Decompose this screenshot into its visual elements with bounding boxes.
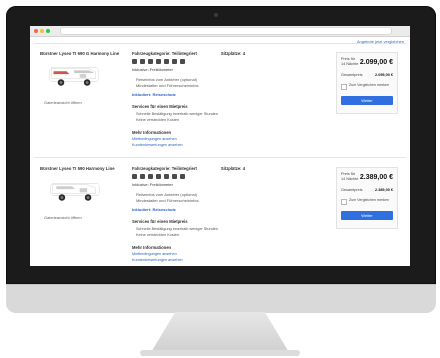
compare-checkbox-row[interactable]: Zum Vergleichen merken — [337, 77, 397, 90]
minimize-window-icon[interactable] — [40, 29, 44, 33]
service-item: Keine versteckten Kosten — [136, 233, 180, 237]
bike-icon — [180, 59, 185, 64]
vehicle-meta: Fahrzeugkategorie: Teilintegriert Sitzpl… — [132, 166, 302, 171]
reviews-link[interactable]: Kundenbewertungen ansehen — [132, 258, 302, 262]
amenity-icons — [132, 59, 302, 64]
motorhome-image[interactable] — [46, 176, 104, 204]
wc-icon — [156, 174, 161, 179]
total-value: 2.389,00 € — [375, 188, 393, 192]
camera-icon — [214, 13, 218, 17]
services-title: Services für einen Mietpreis — [132, 104, 188, 109]
price-label: Preis für 14 Nächte — [341, 57, 359, 66]
compare-checkbox-label: Zum Vergleichen merken — [349, 198, 389, 202]
wc-icon — [156, 59, 161, 64]
vehicle-category: Fahrzeugkategorie: Teilintegriert — [132, 166, 197, 171]
shower-icon — [140, 174, 145, 179]
info-row: Mindestalter und Führerscheininfos — [136, 83, 199, 88]
seat-count: Sitzplätze: 4 — [220, 51, 246, 56]
close-window-icon[interactable] — [34, 29, 38, 33]
listing-card: Bürstner Lyseo TI 690 G Harmony Line Gal… — [34, 47, 406, 158]
listing-details: Fahrzeugkategorie: Teilintegriert Sitzpl… — [132, 166, 302, 262]
price-value: 2.389,00 € — [359, 173, 393, 181]
price-label: Preis für 14 Nächte — [341, 172, 359, 181]
listing-title[interactable]: Bürstner Lyseo TI 690 G Harmony Line — [40, 51, 119, 56]
rental-terms-link[interactable]: Mietbedingungen ansehen — [132, 137, 302, 141]
price-header: Preis für 14 Nächte 2.099,00 € — [337, 53, 397, 67]
kitchen-icon — [148, 174, 153, 179]
bed-icon — [132, 174, 137, 179]
total-row: Gesamtpreis 2.389,00 € — [337, 182, 397, 192]
maximize-window-icon[interactable] — [46, 29, 50, 33]
ac-icon — [172, 174, 177, 179]
kitchen-icon — [148, 59, 153, 64]
compare-checkbox[interactable] — [341, 199, 347, 205]
listing-card: Bürstner Lyseo TI 590 Harmony Line Galer… — [34, 162, 406, 266]
compare-checkbox-row[interactable]: Zum Vergleichen merken — [337, 192, 397, 205]
total-value: 2.099,00 € — [375, 73, 393, 77]
services-title: Services für einen Mietpreis — [132, 219, 188, 224]
total-label: Gesamtpreis — [341, 73, 363, 77]
insurance-badge: Inkludiert: Reiseschutz — [132, 207, 176, 212]
motorhome-image[interactable] — [46, 61, 104, 89]
shower-icon — [140, 59, 145, 64]
more-info-title: Mehr Informationen — [132, 245, 172, 250]
page-content: Angebote jetzt vergleichen Bürstner Lyse… — [30, 37, 410, 266]
listing-title[interactable]: Bürstner Lyseo TI 590 Harmony Line — [40, 166, 115, 171]
continue-button[interactable]: Weiter — [341, 211, 393, 220]
insurance-badge: Inkludiert: Reiseschutz — [132, 92, 176, 97]
heater-icon — [164, 59, 169, 64]
compare-checkbox[interactable] — [341, 84, 347, 90]
continue-button[interactable]: Weiter — [341, 96, 393, 105]
gallery-link[interactable]: Galerieansicht öffnen — [44, 100, 82, 105]
vehicle-category: Fahrzeugkategorie: Teilintegriert — [132, 51, 197, 56]
browser-toolbar — [30, 26, 410, 37]
gallery-link[interactable]: Galerieansicht öffnen — [44, 215, 82, 220]
rental-terms-link[interactable]: Mietbedingungen ansehen — [132, 252, 302, 256]
total-label: Gesamtpreis — [341, 188, 363, 192]
vehicle-meta: Fahrzeugkategorie: Teilintegriert Sitzpl… — [132, 51, 302, 56]
compare-checkbox-label: Zum Vergleichen merken — [349, 83, 389, 87]
info-row: Reiseinfos vom Anbieter (optional) — [136, 77, 197, 82]
monitor-screen: Angebote jetzt vergleichen Bürstner Lyse… — [30, 26, 410, 266]
compare-link[interactable]: Angebote jetzt vergleichen — [357, 39, 404, 44]
amenity-icons — [132, 174, 302, 179]
price-header: Preis für 14 Nächte 2.389,00 € — [337, 168, 397, 182]
service-item: Keine versteckten Kosten — [136, 118, 180, 122]
info-row: Mindestalter und Führerscheininfos — [136, 198, 199, 203]
monitor-stand — [150, 312, 290, 354]
price-box: Preis für 14 Nächte 2.389,00 € Gesamtpre… — [336, 167, 398, 229]
seat-count: Sitzplätze: 4 — [220, 166, 246, 171]
address-bar[interactable] — [60, 27, 392, 35]
listing-details: Fahrzeugkategorie: Teilintegriert Sitzpl… — [132, 51, 302, 147]
included-info: Inklusive: Freikilometer — [132, 67, 173, 72]
included-info: Inklusive: Freikilometer — [132, 182, 173, 187]
bike-icon — [180, 174, 185, 179]
ac-icon — [172, 59, 177, 64]
monitor-chin — [6, 284, 436, 313]
price-value: 2.099,00 € — [359, 58, 393, 66]
more-info-title: Mehr Informationen — [132, 130, 172, 135]
info-row: Reiseinfos vom Anbieter (optional) — [136, 192, 197, 197]
divider — [34, 43, 406, 44]
reviews-link[interactable]: Kundenbewertungen ansehen — [132, 143, 302, 147]
total-row: Gesamtpreis 2.099,00 € — [337, 67, 397, 77]
heater-icon — [164, 174, 169, 179]
price-box: Preis für 14 Nächte 2.099,00 € Gesamtpre… — [336, 52, 398, 114]
bed-icon — [132, 59, 137, 64]
monitor-stand-base — [140, 350, 300, 356]
